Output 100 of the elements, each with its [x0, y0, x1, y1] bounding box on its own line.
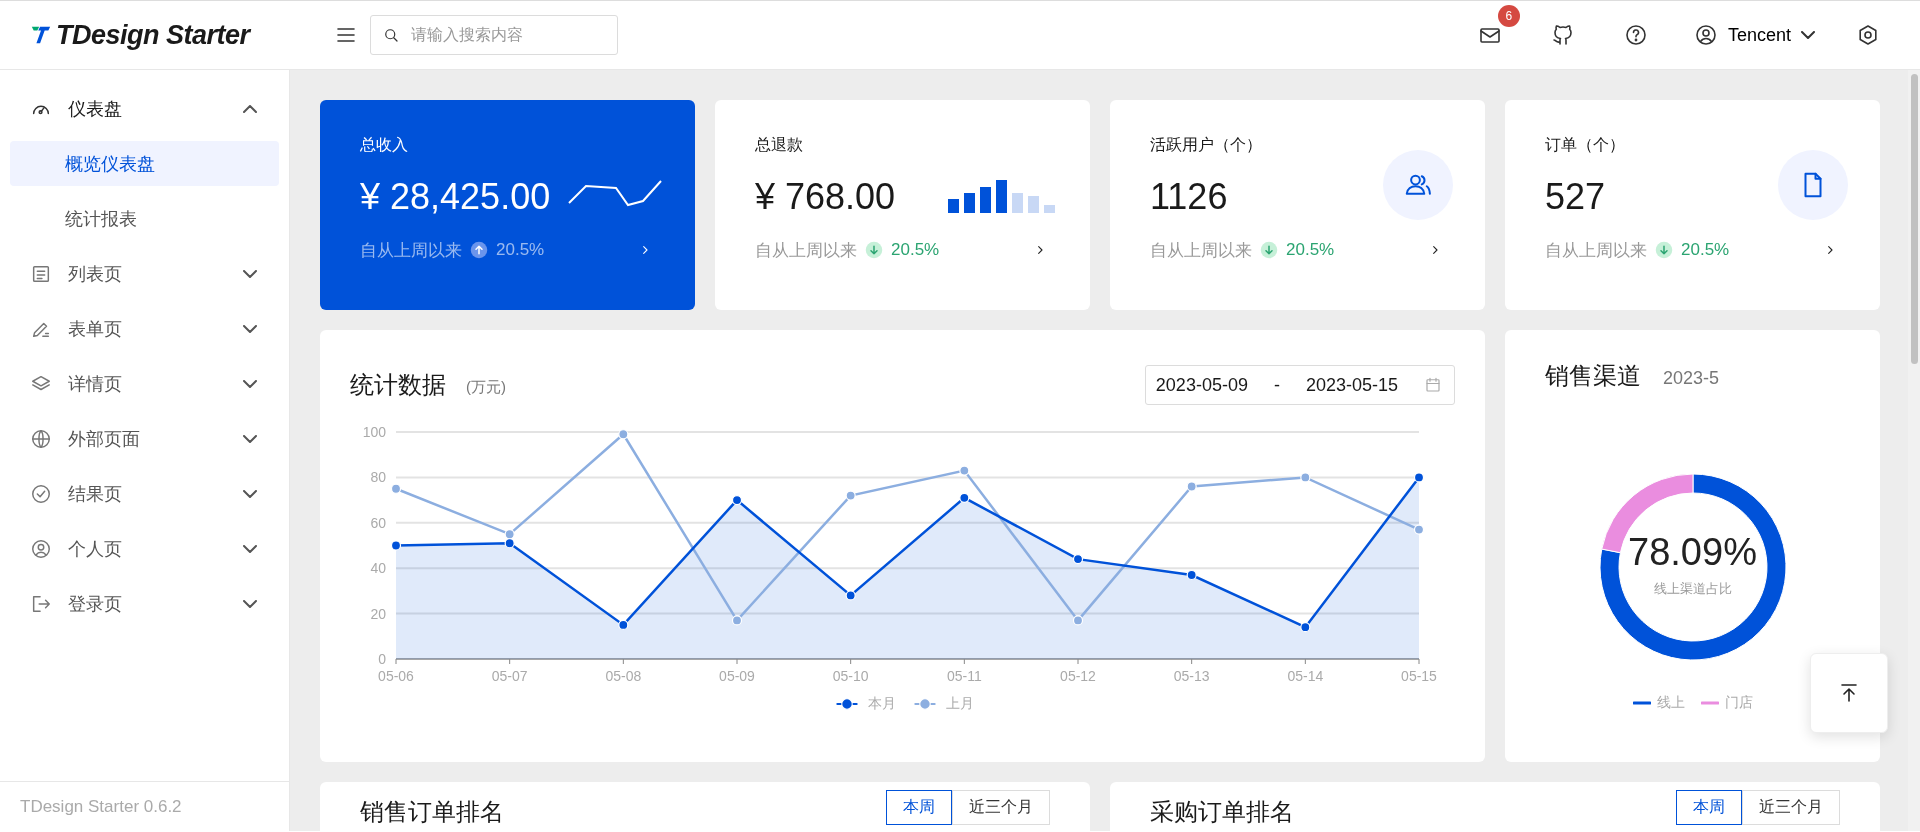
expand-icon [243, 434, 257, 443]
data-point [959, 492, 970, 503]
data-point [1186, 569, 1197, 581]
data-point [1072, 615, 1084, 626]
axis-label: 05-09 [719, 668, 755, 684]
date-range-picker[interactable]: 2023-05-09 - 2023-05-15 [1144, 365, 1455, 405]
calendar-icon [1424, 376, 1442, 394]
caret-icon [1801, 31, 1815, 39]
card-title: 总收入 [360, 135, 409, 155]
sidebar-label: 个人页 [68, 537, 123, 561]
unit-label: (万元) [466, 377, 506, 397]
data-point [504, 529, 515, 540]
cat-icon [1550, 23, 1575, 47]
sidebar-label: 登录页 [68, 592, 123, 616]
trend-label: 自从上周以来 [755, 239, 857, 262]
percent-label: 线上渠道占比 [1653, 579, 1732, 598]
sidebar-label: 详情页 [68, 372, 123, 396]
stat-value: 527 [1545, 176, 1606, 218]
search-field[interactable]: 请输入搜索内容 [370, 15, 618, 55]
sidebar-item[interactable]: 仪表盘 [10, 86, 279, 131]
axis-label: 05-11 [946, 668, 982, 684]
data-point [390, 483, 402, 494]
stat-value: ¥ 28,425.00 [360, 176, 551, 218]
sidebar-item[interactable]: 外部页面 [10, 416, 279, 461]
search-icon [382, 26, 400, 44]
data-point [1072, 554, 1084, 565]
expand-icon [243, 599, 257, 608]
trend-value: 20.5% [1286, 240, 1335, 260]
version-label: TDesign Starter 0.6.2 [0, 781, 289, 831]
axis-label: 05-10 [832, 668, 869, 684]
expand-icon [243, 269, 257, 278]
stat-value: ¥ 768.00 [755, 176, 896, 218]
axis-label: 05-15 [1401, 668, 1437, 684]
user-menu[interactable]: Tencent [1693, 23, 1815, 47]
data-point [731, 495, 743, 506]
card-title: 总退款 [755, 135, 804, 155]
percent-value: 78.09% [1628, 530, 1757, 574]
globe-icon [30, 427, 52, 450]
collapse-icon [243, 104, 257, 113]
sidebar-item[interactable]: 列表页 [10, 251, 279, 296]
axis-label: 60 [370, 514, 386, 531]
data-point [1186, 481, 1197, 492]
data-point [845, 490, 856, 501]
data-point [1300, 472, 1311, 483]
legend-marker-icon [1700, 700, 1719, 706]
axis-label: 05-12 [1060, 668, 1096, 684]
trend-value: 20.5% [1681, 240, 1730, 260]
data-point [959, 465, 970, 476]
axis-label: 40 [370, 560, 386, 577]
period-tab[interactable]: 近三个月 [952, 790, 1050, 825]
sidebar-item[interactable]: 表单页 [10, 306, 279, 351]
axis-label: 0 [378, 651, 386, 667]
period-tab[interactable]: 近三个月 [1742, 790, 1840, 825]
axis-label: 05-07 [491, 668, 528, 684]
sidebar-label: 结果页 [68, 482, 123, 506]
axis-label: 80 [370, 469, 386, 486]
help-icon [1623, 23, 1648, 47]
notification-badge: 6 [1497, 5, 1520, 27]
expand-icon [243, 489, 257, 498]
axis-label: 100 [362, 424, 386, 440]
data-point [390, 540, 402, 551]
axis-label: 05-06 [378, 668, 414, 684]
sidebar-item[interactable]: 个人页 [10, 526, 279, 571]
data-point [1300, 622, 1311, 633]
trend-label: 自从上周以来 [1545, 239, 1647, 262]
axis-label: 05-08 [605, 668, 642, 684]
period-tab[interactable]: 本周 [886, 790, 952, 825]
legend-marker-icon [1632, 700, 1651, 706]
card-title: 活跃用户（个） [1150, 135, 1263, 155]
sidebar-label: 表单页 [68, 317, 123, 341]
stat-value: 1126 [1150, 176, 1228, 218]
card-title: 销售渠道 [1545, 361, 1641, 391]
settings-icon [1856, 23, 1880, 47]
sidebar-label: 仪表盘 [68, 97, 123, 121]
data-point [731, 615, 743, 626]
axis-label: 05-13 [1173, 668, 1210, 684]
sidebar-label: 列表页 [68, 262, 123, 286]
trend-label: 自从上周以来 [1150, 239, 1252, 262]
sidebar-item[interactable]: 详情页 [10, 361, 279, 406]
trend-value: 20.5% [496, 240, 545, 260]
data-point [1413, 524, 1425, 535]
user-icon [1693, 23, 1718, 47]
sidebar-subitem[interactable]: 概览仪表盘 [10, 141, 279, 186]
data-point [504, 538, 515, 549]
sidebar-subitem[interactable]: 统计报表 [10, 196, 279, 241]
sidebar-item[interactable]: 结果页 [10, 471, 279, 516]
trend-label: 自从上周以来 [360, 239, 462, 262]
expand-icon [243, 324, 257, 333]
data-point [618, 619, 629, 631]
period-label: 2023-5 [1663, 368, 1720, 389]
expand-icon [243, 379, 257, 388]
app-logo-text: TDesign Starter [56, 19, 250, 51]
scrollbar-thumb[interactable] [1910, 74, 1918, 364]
data-point [618, 429, 629, 440]
trend-value: 20.5% [891, 240, 940, 260]
sidebar-item[interactable]: 登录页 [10, 581, 279, 626]
axis-label: 05-14 [1287, 668, 1324, 684]
user-icon [30, 537, 52, 560]
period-tab[interactable]: 本周 [1676, 790, 1742, 825]
expand-icon [243, 544, 257, 553]
